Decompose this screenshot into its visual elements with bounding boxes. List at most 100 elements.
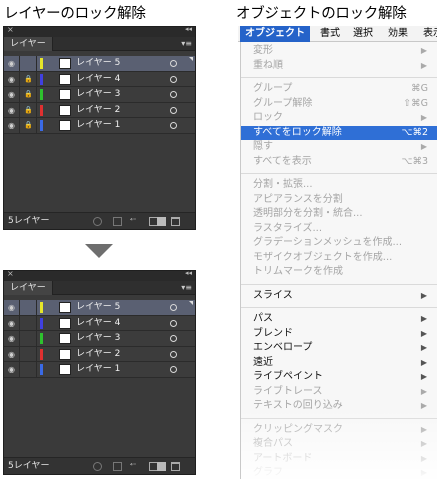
menu-item[interactable]: 重ね順 ▶	[241, 59, 437, 74]
eye-icon[interactable]: ◉	[4, 87, 20, 102]
menu-item[interactable]: トリムマークを作成	[241, 265, 437, 280]
menu-item[interactable]: 変形 ▶	[241, 44, 437, 59]
locate-object-icon[interactable]	[113, 462, 122, 471]
layer-row[interactable]: ◉ レイヤー 5	[4, 56, 195, 72]
layer-name[interactable]: レイヤー 2	[76, 347, 120, 362]
trash-icon[interactable]	[171, 217, 180, 226]
layer-name[interactable]: レイヤー 3	[76, 331, 120, 346]
menu-item[interactable]: アピアランスを分割	[241, 193, 437, 208]
lock-toggle[interactable]	[21, 331, 37, 346]
panel-menu-icon[interactable]: ▾≡	[181, 281, 192, 295]
locate-object-icon[interactable]	[113, 217, 122, 226]
trash-icon[interactable]	[171, 462, 180, 471]
layer-row[interactable]: ◉ レイヤー 2	[4, 346, 195, 362]
menu-item[interactable]: ライブトレース ▶	[241, 385, 437, 400]
eye-icon[interactable]: ◉	[4, 118, 20, 133]
layer-row[interactable]: ◉ 🔒 レイヤー 3	[4, 87, 195, 103]
eye-icon[interactable]: ◉	[4, 102, 20, 118]
layer-name[interactable]: レイヤー 3	[76, 87, 120, 102]
layer-color-swatch	[40, 120, 43, 131]
lock-icon[interactable]: 🔒	[21, 87, 37, 102]
new-layer-icon[interactable]	[157, 217, 166, 226]
menu-item[interactable]: ブレンド ▶	[241, 327, 437, 342]
menu-item[interactable]: 透明部分を分割・統合...	[241, 207, 437, 222]
target-circle-icon[interactable]	[170, 60, 177, 67]
lock-toggle[interactable]	[21, 362, 37, 377]
menu-item[interactable]: パス ▶	[241, 312, 437, 327]
close-icon[interactable]: ×	[7, 27, 14, 34]
menu-select[interactable]: 選択	[353, 26, 373, 42]
target-circle-icon[interactable]	[170, 122, 177, 129]
target-circle-icon[interactable]	[170, 304, 177, 311]
layer-name[interactable]: レイヤー 4	[76, 316, 120, 331]
layer-row[interactable]: ◉ 🔒 レイヤー 4	[4, 71, 195, 87]
search-icon[interactable]	[93, 462, 102, 471]
menu-item[interactable]: 隠す ▶	[241, 140, 437, 155]
layer-row[interactable]: ◉ レイヤー 1	[4, 362, 195, 378]
target-circle-icon[interactable]	[170, 91, 177, 98]
menu-item[interactable]: グループ解除 ⇧⌘G	[241, 97, 437, 112]
menu-type[interactable]: 書式	[320, 26, 340, 42]
menu-item[interactable]: グラデーションメッシュを作成...	[241, 236, 437, 251]
layer-name[interactable]: レイヤー 5	[76, 300, 120, 315]
close-icon[interactable]: ×	[7, 271, 14, 278]
menu-item[interactable]: ロック ▶	[241, 111, 437, 126]
menu-item[interactable]: 遠近 ▶	[241, 356, 437, 371]
menu-item[interactable]: すべてを表示 ⌥⌘3	[241, 155, 437, 170]
clipping-mask-icon[interactable]: ⁴⁼	[130, 217, 139, 226]
layer-row[interactable]: ◉ レイヤー 4	[4, 315, 195, 331]
submenu-arrow-icon: ▶	[420, 60, 427, 70]
lock-icon[interactable]: 🔒	[21, 102, 37, 118]
menu-item[interactable]: エンベロープ ▶	[241, 341, 437, 356]
search-icon[interactable]	[93, 217, 102, 226]
collapse-icon[interactable]: ◂◂	[185, 27, 192, 33]
collapse-icon[interactable]: ◂◂	[185, 271, 192, 277]
lock-toggle[interactable]	[21, 56, 37, 71]
layer-name[interactable]: レイヤー 4	[76, 72, 120, 87]
menu-item[interactable]: 分割・拡張...	[241, 178, 437, 193]
target-circle-icon[interactable]	[170, 350, 177, 358]
eye-icon[interactable]: ◉	[4, 346, 20, 362]
eye-icon[interactable]: ◉	[4, 331, 20, 346]
eye-icon[interactable]: ◉	[4, 315, 20, 331]
clipping-mask-icon[interactable]: ⁴⁼	[130, 462, 139, 471]
layer-name[interactable]: レイヤー 5	[76, 56, 120, 71]
target-circle-icon[interactable]	[170, 106, 177, 114]
lock-toggle[interactable]	[21, 346, 37, 362]
target-circle-icon[interactable]	[170, 335, 177, 342]
lock-toggle[interactable]	[21, 300, 37, 315]
menu-effect[interactable]: 効果	[388, 26, 408, 42]
lock-toggle[interactable]	[21, 315, 37, 331]
eye-icon[interactable]: ◉	[4, 362, 20, 377]
target-circle-icon[interactable]	[170, 319, 177, 327]
menu-item[interactable]: すべてをロック解除 ⌥⌘2	[241, 125, 437, 140]
target-circle-icon[interactable]	[170, 366, 177, 373]
submenu-arrow-icon: ▶	[420, 386, 427, 396]
layer-row[interactable]: ◉ レイヤー 3	[4, 331, 195, 347]
lock-icon[interactable]: 🔒	[21, 71, 37, 87]
layer-color-swatch	[40, 302, 43, 313]
panel-tabbar: レイヤー ▾≡	[4, 281, 195, 295]
eye-icon[interactable]: ◉	[4, 56, 20, 71]
lock-icon[interactable]: 🔒	[21, 118, 37, 133]
new-layer-icon[interactable]	[157, 462, 166, 471]
menu-item[interactable]: ラスタライズ...	[241, 222, 437, 237]
menu-item[interactable]: ライブペイント ▶	[241, 370, 437, 385]
menu-view[interactable]: 表示	[423, 26, 437, 42]
layer-row[interactable]: ◉ レイヤー 5	[4, 300, 195, 316]
layer-name[interactable]: レイヤー 2	[76, 103, 120, 118]
menu-item[interactable]: スライス ▶	[241, 289, 437, 304]
layer-row[interactable]: ◉ 🔒 レイヤー 1	[4, 118, 195, 134]
menu-item[interactable]: グループ ⌘G	[241, 82, 437, 97]
tab-layers[interactable]: レイヤー	[4, 37, 53, 51]
layer-name[interactable]: レイヤー 1	[76, 362, 120, 377]
menu-object[interactable]: オブジェクト	[240, 26, 310, 42]
menu-item[interactable]: モザイクオブジェクトを作成...	[241, 251, 437, 266]
layer-row[interactable]: ◉ 🔒 レイヤー 2	[4, 102, 195, 118]
panel-menu-icon[interactable]: ▾≡	[181, 37, 192, 51]
target-circle-icon[interactable]	[170, 75, 177, 83]
tab-layers[interactable]: レイヤー	[4, 281, 53, 295]
layer-name[interactable]: レイヤー 1	[76, 118, 120, 133]
eye-icon[interactable]: ◉	[4, 300, 20, 315]
eye-icon[interactable]: ◉	[4, 71, 20, 87]
